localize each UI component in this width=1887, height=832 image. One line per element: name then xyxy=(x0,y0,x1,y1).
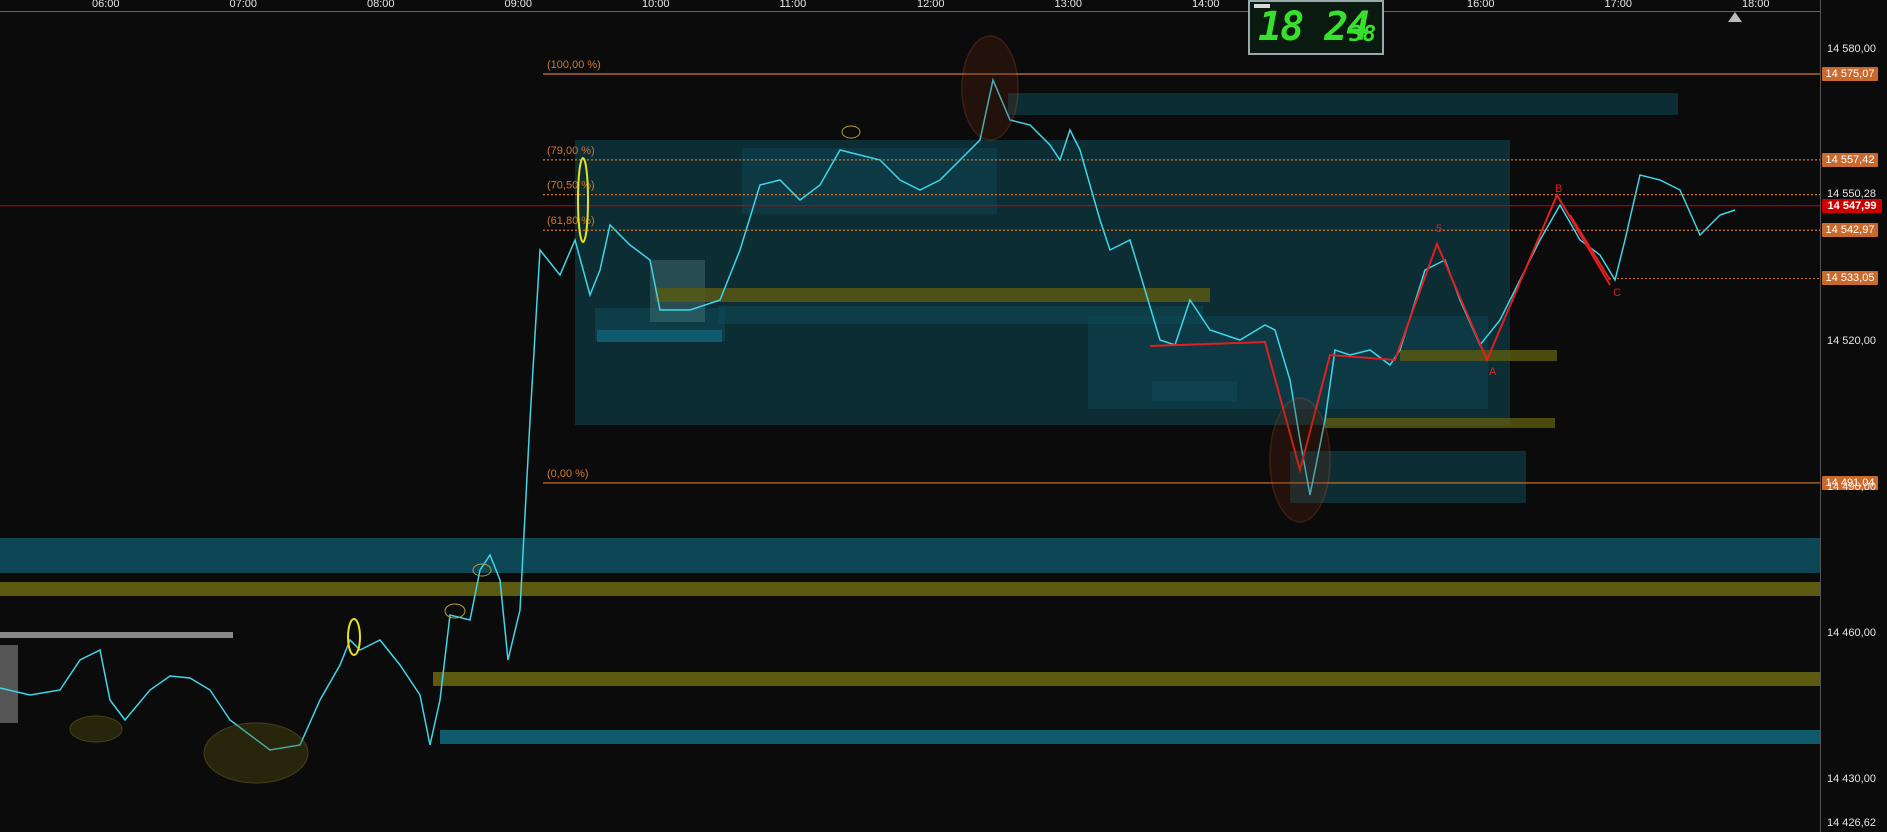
support-band-olive-2 xyxy=(433,672,1820,686)
fib-label: (0,00 %) xyxy=(547,468,589,480)
olive-ellipse-5 xyxy=(841,125,861,139)
wave-label: B xyxy=(1555,183,1562,195)
time-tick-label: 11:00 xyxy=(779,0,807,10)
time-tick-label: 18:00 xyxy=(1742,0,1770,10)
time-tick-label: 06:00 xyxy=(92,0,120,10)
zone-top xyxy=(1008,93,1678,115)
support-band-cyan-2 xyxy=(440,730,1820,744)
time-tick-label: 09:00 xyxy=(504,0,533,10)
scroll-home-icon[interactable] xyxy=(1728,12,1742,22)
price-tag: 14 533,05 xyxy=(1822,271,1878,286)
price-axis[interactable] xyxy=(1820,0,1887,832)
price-tick-label: 14 580,00 xyxy=(1827,43,1876,55)
time-tick-label: 13:00 xyxy=(1054,0,1083,10)
price-tick-label-partial: 14 490,00 xyxy=(1827,481,1876,493)
time-axis[interactable] xyxy=(0,0,1820,12)
price-tag: 14 575,07 xyxy=(1822,66,1878,81)
time-tick-label: 12:00 xyxy=(917,0,945,10)
zone-olive-right-2 xyxy=(1325,418,1555,428)
support-band-cyan xyxy=(0,538,1820,573)
zone-cyan-left xyxy=(597,330,722,342)
price-plot-area[interactable]: (100,00 %)(79,00 %)(70,50 %)(61,80 %)(0,… xyxy=(0,0,1820,832)
time-tick-label: 17:00 xyxy=(1604,0,1633,10)
fib-label: (100,00 %) xyxy=(547,59,601,71)
time-tick-label: 07:00 xyxy=(229,0,258,10)
olive-ellipse xyxy=(203,722,309,784)
time-tick-label: 14:00 xyxy=(1192,0,1220,10)
zone-right-gray xyxy=(1088,316,1488,409)
wave-label: A xyxy=(1489,366,1497,378)
price-tag: 14 557,42 xyxy=(1822,152,1878,167)
price-tick-label: 14 460,00 xyxy=(1827,627,1876,639)
digital-clock: 18 24 38 xyxy=(1248,0,1384,55)
olive-ellipse-2 xyxy=(69,715,123,743)
price-tick-label: 14 520,00 xyxy=(1827,335,1876,347)
price-tick-label-partial: 14 426,62 xyxy=(1827,817,1876,829)
wave-line-2 xyxy=(1569,214,1611,281)
zone-olive-mid xyxy=(655,288,1210,302)
wave-label: 5 xyxy=(1436,223,1442,235)
time-tick-label: 16:00 xyxy=(1467,0,1495,10)
trading-chart[interactable]: (100,00 %) (79,00 %) (70,50 %) (61,80 %) (0,… xyxy=(0,0,1887,832)
price-tag: 14 542,97 xyxy=(1822,223,1878,238)
time-tick-label: 10:00 xyxy=(642,0,670,10)
price-tick-label: 14 430,00 xyxy=(1827,773,1876,785)
time-tick-label: 08:00 xyxy=(367,0,395,10)
wave-label: C xyxy=(1613,287,1621,299)
zone-olive-right xyxy=(1400,350,1557,361)
yellow-ellipse-2 xyxy=(347,618,361,656)
gray-block xyxy=(0,645,18,723)
clock-seconds: 38 xyxy=(1349,22,1377,47)
price-tag: 14 547,99 xyxy=(1822,198,1882,213)
zone-small xyxy=(1152,381,1237,401)
price-tick-label-partial: 14 550,28 xyxy=(1827,187,1876,200)
low-ellipse xyxy=(1269,397,1331,523)
gray-bar xyxy=(0,632,233,638)
high-ellipse xyxy=(961,35,1019,141)
support-band-olive xyxy=(0,582,1820,596)
fib-label: (79,00 %) xyxy=(547,145,595,157)
